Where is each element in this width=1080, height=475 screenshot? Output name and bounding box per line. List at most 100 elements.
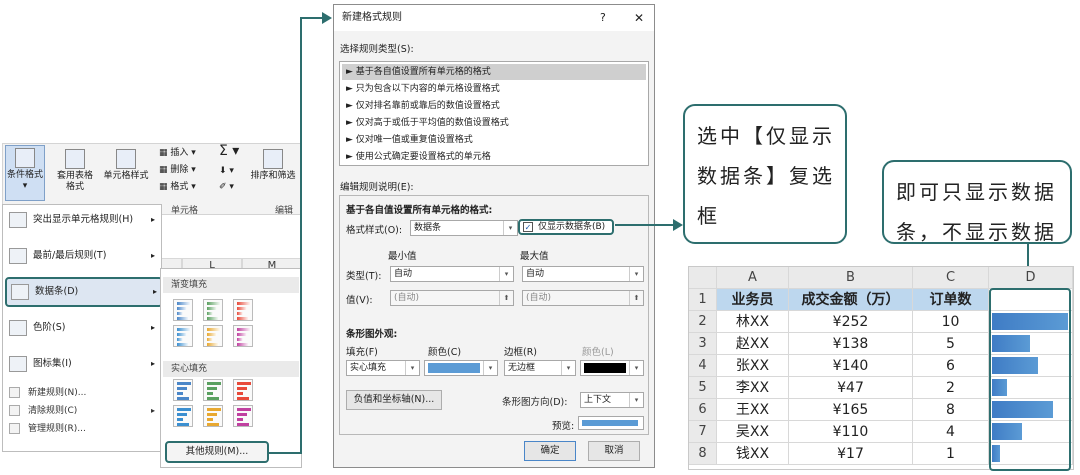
show-bar-only-checkbox[interactable]: ✓ 仅显示数据条(B) — [518, 219, 614, 235]
table-cell[interactable]: 8 — [913, 399, 989, 421]
format-label: 格式 — [170, 182, 189, 192]
table-format-button[interactable]: 套用表格格式 — [53, 147, 97, 193]
table-cell[interactable]: 张XX — [717, 355, 789, 377]
row-number[interactable]: 2 — [689, 311, 717, 333]
menu-item-color-scale[interactable]: 色阶(S) ▸ — [9, 317, 159, 339]
cancel-button[interactable]: 取消 — [588, 441, 640, 461]
min-value-field[interactable]: (自动) ⬆ — [390, 290, 514, 306]
bar-appearance-label: 条形图外观: — [346, 329, 398, 340]
row-number[interactable]: 3 — [689, 333, 717, 355]
data-bar-swatch[interactable] — [233, 325, 253, 347]
menu-item-highlight-rules[interactable]: 突出显示单元格规则(H) ▸ — [9, 209, 159, 231]
menu-item-data-bars[interactable]: 数据条(D) ▸ — [5, 277, 163, 307]
menu-item-top-bottom[interactable]: 最前/最后规则(T) ▸ — [9, 245, 159, 267]
table-cell[interactable]: 1 — [913, 443, 989, 465]
cell-style-button[interactable]: 单元格样式 — [99, 147, 153, 182]
fill-color-picker[interactable]: ▾ — [424, 360, 498, 376]
data-bar-swatch[interactable] — [173, 405, 193, 427]
rule-type-item[interactable]: ► 仅对唯一值或重复值设置格式 — [342, 132, 646, 148]
rule-type-item[interactable]: ► 仅对排名靠前或靠后的数值设置格式 — [342, 98, 646, 114]
header-cell[interactable]: 业务员 — [717, 289, 789, 311]
table-format-label: 套用表格格式 — [56, 171, 93, 192]
row-number[interactable]: 1 — [689, 289, 717, 311]
menu-item-label: 新建规则(N)... — [28, 388, 87, 398]
table-cell[interactable]: ¥110 — [789, 421, 913, 443]
fill-down-icon[interactable]: ⬇ ▾ — [219, 164, 234, 179]
autosum-button[interactable]: Σ ▾ — [219, 144, 239, 159]
desc-heading: 基于各自值设置所有单元格的格式: — [346, 205, 493, 216]
table-cell[interactable]: 10 — [913, 311, 989, 333]
row-number[interactable]: 8 — [689, 443, 717, 465]
table-cell[interactable]: 王XX — [717, 399, 789, 421]
menu-item-new-rule[interactable]: 新建规则(N)... — [9, 385, 159, 401]
close-icon[interactable]: ✕ — [634, 5, 644, 31]
conditional-format-button[interactable]: 条件格式 ▾ — [5, 145, 45, 201]
chevron-down-icon: ▾ — [503, 221, 517, 235]
row-number[interactable]: 7 — [689, 421, 717, 443]
range-select-icon[interactable]: ⬆ — [499, 291, 513, 305]
table-cell[interactable]: ¥140 — [789, 355, 913, 377]
table-cell[interactable]: 赵XX — [717, 333, 789, 355]
min-type-select[interactable]: 自动 ▾ — [390, 266, 514, 282]
rule-type-item[interactable]: ► 只为包含以下内容的单元格设置格式 — [342, 81, 646, 97]
table-cell[interactable]: 2 — [913, 377, 989, 399]
data-bar-swatch[interactable] — [203, 379, 223, 401]
table-cell[interactable]: 4 — [913, 421, 989, 443]
fill-select[interactable]: 实心填充 ▾ — [346, 360, 420, 376]
table-cell[interactable]: 钱XX — [717, 443, 789, 465]
table-cell[interactable]: 吴XX — [717, 421, 789, 443]
rule-type-item[interactable]: ► 基于各自值设置所有单元格的格式 — [342, 64, 646, 80]
table-cell[interactable]: ¥47 — [789, 377, 913, 399]
data-bar-swatch[interactable] — [173, 299, 193, 321]
menu-item-icon-sets[interactable]: 图标集(I) ▸ — [9, 353, 159, 375]
table-cell[interactable]: ¥138 — [789, 333, 913, 355]
delete-button[interactable]: ▦ 删除 ▾ — [159, 163, 196, 178]
menu-item-manage-rules[interactable]: 管理规则(R)... — [9, 421, 159, 437]
header-cell[interactable]: 成交金额（万） — [789, 289, 913, 311]
data-bar-swatch[interactable] — [203, 299, 223, 321]
data-bar-swatch[interactable] — [233, 299, 253, 321]
data-bar-swatch[interactable] — [173, 379, 193, 401]
rule-type-list[interactable]: ► 基于各自值设置所有单元格的格式 ► 只为包含以下内容的单元格设置格式 ► 仅… — [339, 61, 649, 166]
insert-button[interactable]: ▦ 插入 ▾ — [159, 146, 196, 161]
table-cell[interactable]: ¥17 — [789, 443, 913, 465]
border-select[interactable]: 无边框 ▾ — [504, 360, 576, 376]
range-select-icon[interactable]: ⬆ — [629, 291, 643, 305]
table-cell[interactable]: 林XX — [717, 311, 789, 333]
menu-item-clear-rules[interactable]: 清除规则(C) ▸ — [9, 403, 159, 419]
row-number[interactable]: 6 — [689, 399, 717, 421]
ok-button[interactable]: 确定 — [524, 441, 576, 461]
type-label: 类型(T): — [346, 271, 382, 282]
data-bar-swatch[interactable] — [233, 405, 253, 427]
chevron-down-icon: ▾ — [629, 267, 643, 281]
bar-direction-select[interactable]: 上下文 ▾ — [580, 392, 644, 408]
negative-axis-button[interactable]: 负值和坐标轴(N)... — [346, 390, 442, 410]
clear-icon[interactable]: ✐ ▾ — [219, 180, 234, 195]
chevron-down-icon: ▾ — [405, 361, 419, 375]
table-cell[interactable]: 5 — [913, 333, 989, 355]
data-bar-swatch[interactable] — [233, 379, 253, 401]
table-cell[interactable]: 李XX — [717, 377, 789, 399]
row-number[interactable]: 5 — [689, 377, 717, 399]
max-value-field[interactable]: (自动) ⬆ — [522, 290, 644, 306]
help-icon[interactable]: ? — [600, 5, 606, 31]
max-type-select[interactable]: 自动 ▾ — [522, 266, 644, 282]
other-rules-button[interactable]: 其他规则(M)... — [165, 441, 269, 463]
table-cell[interactable]: ¥165 — [789, 399, 913, 421]
data-bar-swatch[interactable] — [173, 325, 193, 347]
header-cell[interactable]: 订单数 — [913, 289, 989, 311]
format-button[interactable]: ▦ 格式 ▾ — [159, 180, 196, 195]
data-bar-swatch[interactable] — [203, 405, 223, 427]
menu-item-label: 突出显示单元格规则(H) — [33, 214, 134, 225]
row-number[interactable]: 4 — [689, 355, 717, 377]
menu-item-label: 图标集(I) — [33, 358, 72, 369]
sort-filter-button[interactable]: 排序和筛选 — [247, 147, 299, 182]
rule-type-item[interactable]: ► 使用公式确定要设置格式的单元格 — [342, 149, 646, 165]
table-cell[interactable]: 6 — [913, 355, 989, 377]
rule-type-item[interactable]: ► 仅对高于或低于平均值的数值设置格式 — [342, 115, 646, 131]
table-cell[interactable]: ¥252 — [789, 311, 913, 333]
border-color-picker[interactable]: ▾ — [580, 360, 644, 376]
autosum-icon: Σ — [219, 143, 228, 159]
data-bar-swatch[interactable] — [203, 325, 223, 347]
format-style-select[interactable]: 数据条 ▾ — [410, 220, 518, 236]
